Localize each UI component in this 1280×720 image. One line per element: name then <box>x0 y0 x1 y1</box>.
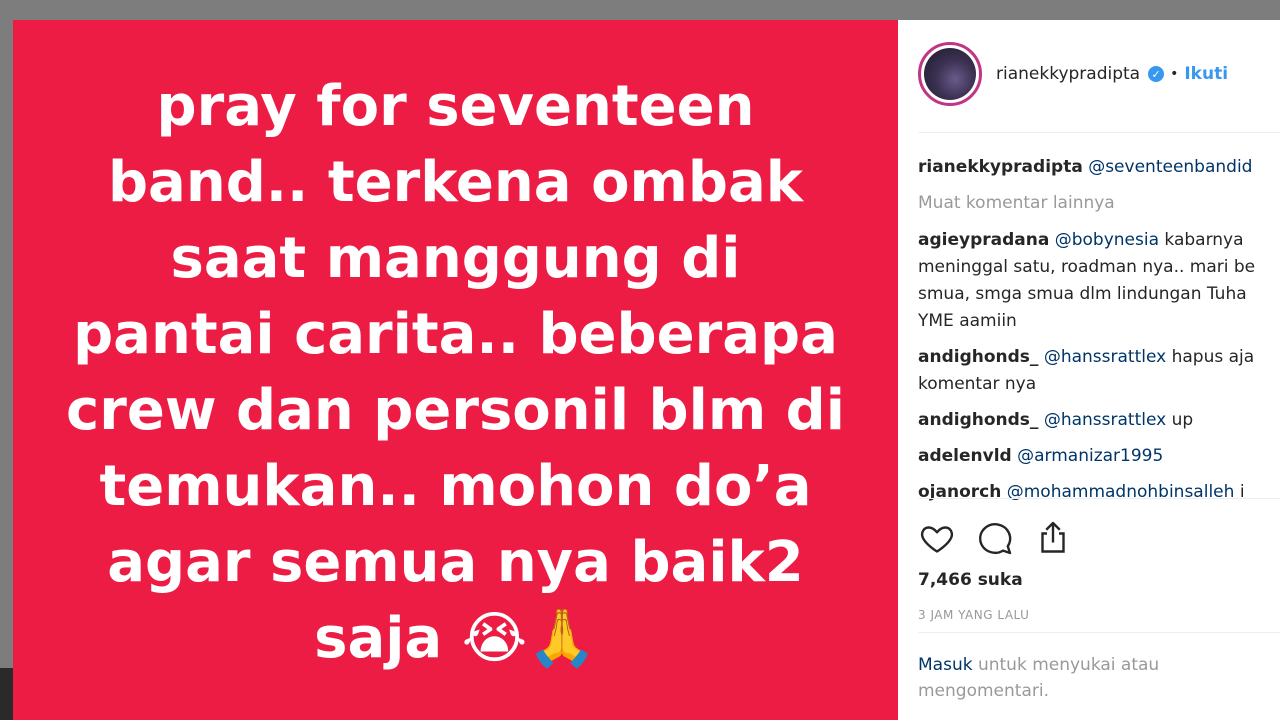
login-prompt: Masuk untuk menyukai atau mengomentari. <box>918 652 1218 704</box>
comment-username[interactable]: andighonds_ <box>918 347 1038 367</box>
comment-icon[interactable] <box>976 520 1014 556</box>
post-actions <box>918 520 1072 556</box>
instagram-post: pray for seventeen band.. terkena ombak … <box>13 20 1280 720</box>
comment-username[interactable]: adelenvld <box>918 446 1012 466</box>
comment-username[interactable]: andighonds_ <box>918 410 1038 430</box>
comment-username[interactable]: rianekkypradipta <box>918 157 1083 177</box>
comment-mention[interactable]: @bobynesia <box>1055 230 1159 250</box>
comment-mention[interactable]: @hanssrattlex <box>1044 410 1166 430</box>
header-divider <box>918 132 1280 133</box>
caption: rianekkypradipta @seventeenbandid <box>918 154 1280 181</box>
story-line: saat manggung di <box>170 226 741 291</box>
comment-mention[interactable]: @armanizar1995 <box>1017 446 1163 466</box>
comment-mention[interactable]: @seventeenbandid <box>1088 157 1252 177</box>
comment-item: agieypradana @bobynesia kabarnya meningg… <box>918 227 1278 335</box>
follow-button[interactable]: Ikuti <box>1184 64 1228 84</box>
comment-text: up <box>1166 410 1194 430</box>
story-line: band.. terkena ombak <box>107 150 804 215</box>
comment-item: andighonds_ @hanssrattlex up <box>918 407 1280 434</box>
post-side-panel: rianekkypradipta ✓ • Ikuti rianekkypradi… <box>898 20 1280 720</box>
story-line: pray for seventeen <box>156 74 755 139</box>
heart-icon[interactable] <box>918 520 956 556</box>
comment-item: ojanorch @mohammadnohbinsalleh i <box>918 479 1280 506</box>
comment-username[interactable]: ojanorch <box>918 482 1001 502</box>
comments-list: rianekkypradipta @seventeenbandid Muat k… <box>918 154 1280 515</box>
avatar-image <box>924 48 976 100</box>
actions-divider <box>918 498 1280 499</box>
comment-username[interactable]: agieypradana <box>918 230 1049 250</box>
load-more-comments-link[interactable]: Muat komentar lainnya <box>918 190 1280 217</box>
story-line: agar semua nya baik2 <box>107 530 804 595</box>
login-link[interactable]: Masuk <box>918 655 973 675</box>
story-line: temukan.. mohon do’a <box>99 454 812 519</box>
post-image[interactable]: pray for seventeen band.. terkena ombak … <box>13 20 898 720</box>
story-line: pantai carita.. beberapa <box>73 302 838 367</box>
like-count[interactable]: 7,466 suka <box>918 570 1023 590</box>
author-username[interactable]: rianekkypradipta <box>996 64 1140 84</box>
story-text: pray for seventeen band.. terkena ombak … <box>66 63 845 677</box>
comment-text: i <box>1234 482 1245 502</box>
avatar[interactable] <box>918 42 982 106</box>
story-line: saja 😭🙏 <box>314 606 597 671</box>
story-line: crew dan personil blm di <box>66 378 845 443</box>
post-timestamp[interactable]: 3 JAM YANG LALU <box>918 608 1029 622</box>
login-divider <box>918 632 1280 633</box>
post-header: rianekkypradipta ✓ • Ikuti <box>918 42 1228 106</box>
share-icon[interactable] <box>1034 520 1072 556</box>
verified-badge-icon: ✓ <box>1148 66 1165 82</box>
comment-mention[interactable]: @mohammadnohbinsalleh <box>1007 482 1235 502</box>
background-strip <box>0 668 14 720</box>
comment-item: adelenvld @armanizar1995 <box>918 443 1280 470</box>
comment-mention[interactable]: @hanssrattlex <box>1044 347 1166 367</box>
separator-dot: • <box>1170 66 1179 82</box>
comment-item: andighonds_ @hanssrattlex hapus aja kome… <box>918 344 1278 398</box>
